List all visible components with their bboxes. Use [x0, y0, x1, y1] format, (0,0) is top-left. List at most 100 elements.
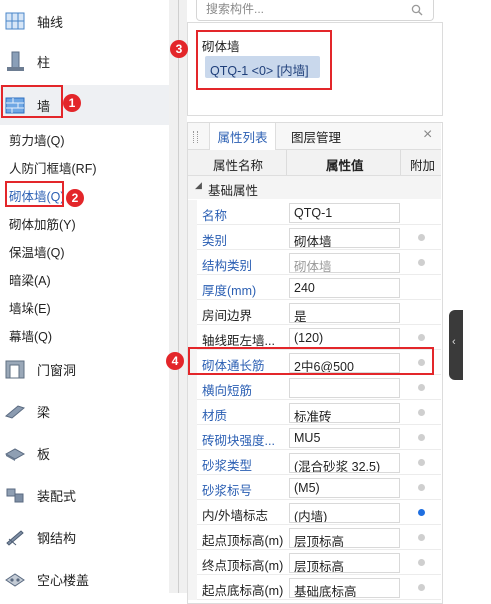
property-row[interactable]: 厚度(mm) 240 — [188, 275, 441, 300]
nav-wall-item[interactable]: 幕墙(Q) — [9, 326, 52, 345]
extra-flag-dot-icon[interactable] — [418, 334, 425, 341]
header-extra: 附加 — [410, 159, 436, 173]
nav-category-steel-structure[interactable]: 钢结构 — [0, 518, 169, 556]
property-name: 厚度(mm) — [202, 284, 257, 298]
property-row[interactable]: 砂浆标号 (M5) — [188, 475, 441, 500]
property-row[interactable]: 房间边界 是 — [188, 300, 441, 325]
property-value-field[interactable]: 240 — [289, 278, 400, 298]
property-value-field[interactable]: (内墙) — [289, 503, 400, 523]
component-item-selected[interactable]: QTQ-1 <0> [内墙] — [205, 56, 320, 78]
extra-flag-dot-icon[interactable] — [418, 434, 425, 441]
nav-category-label: 柱 — [37, 54, 51, 70]
property-value-field[interactable] — [289, 378, 400, 398]
property-row[interactable]: 名称 QTQ-1 — [188, 200, 441, 225]
splitter-line — [178, 0, 179, 593]
property-row[interactable]: 起点底标高(m) 基础底标高 — [188, 575, 441, 600]
extra-flag-dot-icon[interactable] — [418, 534, 425, 541]
steel-structure-icon — [6, 530, 24, 546]
component-item-label: QTQ-1 <0> [内墙] — [210, 64, 309, 78]
extra-flag-dot-icon[interactable] — [418, 484, 425, 491]
property-value-field[interactable]: 砌体墙 — [289, 228, 400, 248]
property-row[interactable]: 砖砌块强度... MU5 — [188, 425, 441, 450]
side-collapse-handle[interactable]: ‹ — [449, 310, 463, 380]
nav-category-prefab[interactable]: 装配式 — [0, 476, 169, 514]
extra-flag-dot-icon[interactable] — [418, 259, 425, 266]
annotation-badge-4: 4 — [166, 352, 184, 370]
property-name: 终点顶标高(m) — [202, 559, 284, 573]
property-row[interactable]: 横向短筋 — [188, 375, 441, 400]
property-value-field[interactable]: (混合砂浆 32.5) — [289, 453, 400, 473]
nav-category-label: 轴线 — [37, 14, 64, 30]
property-row[interactable]: 结构类别 砌体墙 — [188, 250, 441, 275]
nav-wall-item[interactable]: 砌体加筋(Y) — [9, 214, 76, 233]
slab-icon — [4, 448, 26, 461]
nav-category-label: 梁 — [37, 404, 51, 420]
property-row[interactable]: 砂浆类型 (混合砂浆 32.5) — [188, 450, 441, 475]
property-value-field[interactable]: (120) — [289, 328, 400, 348]
extra-flag-dot-icon[interactable] — [418, 559, 425, 566]
property-value-field[interactable]: 标准砖 — [289, 403, 400, 423]
property-name: 材质 — [202, 409, 228, 423]
nav-category-hollow-floor[interactable]: 空心楼盖 — [0, 560, 169, 598]
extra-flag-dot-icon[interactable] — [418, 409, 425, 416]
property-name: 横向短筋 — [202, 384, 253, 398]
hollow-floor-icon — [5, 573, 25, 587]
nav-category-label: 装配式 — [37, 488, 77, 504]
search-icon[interactable] — [411, 4, 423, 16]
nav-wall-item[interactable]: 墙垛(E) — [9, 298, 51, 317]
property-value-field[interactable]: 是 — [289, 303, 400, 323]
property-row[interactable]: 类别 砌体墙 — [188, 225, 441, 250]
property-row[interactable]: 终点顶标高(m) 层顶标高 — [188, 550, 441, 575]
annotation-badge-2: 2 — [66, 189, 84, 207]
nav-wall-item[interactable]: 剪力墙(Q) — [9, 130, 65, 149]
property-value-field[interactable]: 层顶标高 — [289, 553, 400, 573]
property-name: 结构类别 — [202, 259, 253, 273]
annotation-box-4 — [188, 347, 434, 375]
nav-category-door-window[interactable]: 门窗洞 — [0, 350, 169, 388]
collapse-triangle-icon[interactable]: ◢ — [195, 180, 202, 191]
property-value-field[interactable]: 基础底标高 — [289, 578, 400, 598]
property-value-field[interactable]: QTQ-1 — [289, 203, 400, 223]
nav-category-axis-grid[interactable]: 轴线 — [0, 2, 169, 40]
property-row[interactable]: 材质 标准砖 — [188, 400, 441, 425]
extra-flag-dot-icon[interactable] — [418, 234, 425, 241]
drag-grip-icon[interactable] — [193, 131, 198, 143]
property-value-field[interactable]: 砌体墙 — [289, 253, 400, 273]
property-value-field[interactable]: MU5 — [289, 428, 400, 448]
property-name: 起点顶标高(m) — [202, 534, 284, 548]
header-property-name: 属性名称 — [213, 159, 264, 173]
tab-property-list[interactable]: 属性列表 — [209, 123, 276, 150]
extra-flag-dot-icon[interactable] — [418, 459, 425, 466]
section-basic-properties[interactable]: ◢ 基础属性 — [188, 176, 441, 199]
annotation-box-1 — [1, 85, 63, 118]
annotation-box-2 — [5, 181, 64, 207]
header-property-value: 属性值 — [326, 159, 364, 173]
property-name: 房间边界 — [202, 309, 253, 323]
column-icon — [7, 51, 24, 71]
extra-flag-dot-icon[interactable] — [418, 584, 425, 591]
prefab-icon — [6, 488, 24, 503]
property-name: 名称 — [202, 209, 228, 223]
extra-flag-dot-icon[interactable] — [418, 384, 425, 391]
nav-category-beam[interactable]: 梁 — [0, 392, 169, 430]
nav-wall-item[interactable]: 暗梁(A) — [9, 270, 51, 289]
property-row[interactable]: 起点顶标高(m) 层顶标高 — [188, 525, 441, 550]
nav-category-label: 门窗洞 — [37, 362, 77, 378]
property-value-field[interactable]: 层顶标高 — [289, 528, 400, 548]
beam-icon — [4, 405, 26, 419]
nav-category-slab[interactable]: 板 — [0, 434, 169, 472]
nav-category-label: 空心楼盖 — [37, 572, 90, 588]
property-value-field[interactable]: (M5) — [289, 478, 400, 498]
nav-category-column[interactable]: 柱 — [0, 42, 169, 80]
axis-grid-icon — [5, 12, 25, 30]
nav-wall-item[interactable]: 保温墙(Q) — [9, 242, 65, 261]
nav-wall-item[interactable]: 人防门框墙(RF) — [9, 158, 97, 177]
property-name: 起点底标高(m) — [202, 584, 284, 598]
property-row[interactable]: 内/外墙标志 (内墙) — [188, 500, 441, 525]
close-icon[interactable]: × — [423, 126, 432, 144]
tab-layer-management[interactable]: 图层管理 — [281, 123, 351, 149]
extra-flag-dot-icon[interactable] — [418, 509, 425, 516]
search-input[interactable] — [206, 1, 396, 17]
nav-category-label: 钢结构 — [37, 530, 77, 546]
search-box[interactable] — [196, 0, 434, 21]
